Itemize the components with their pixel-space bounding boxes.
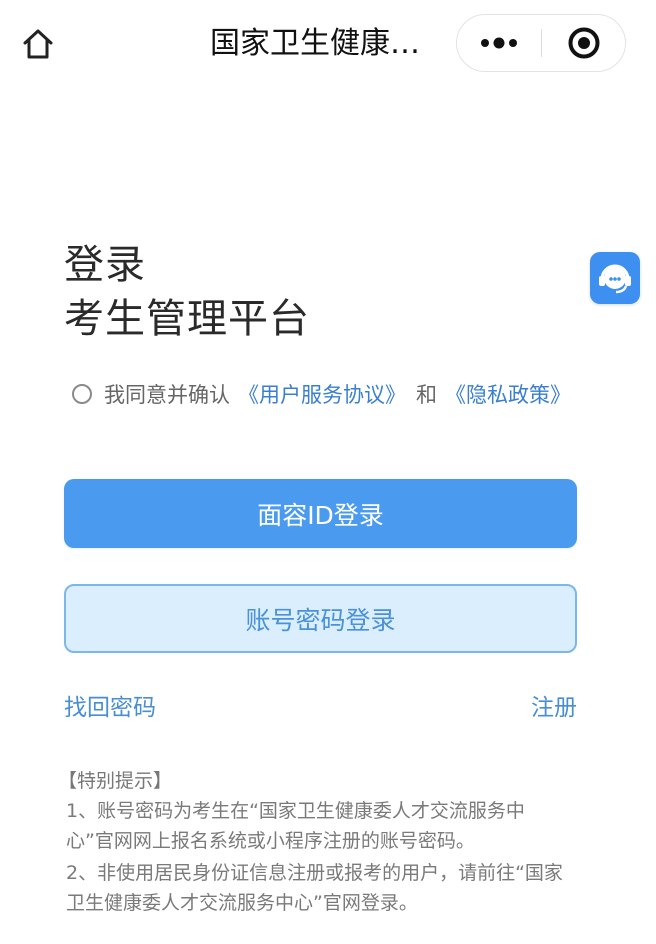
user-agreement-link[interactable]: 《用户服务协议》 [238, 379, 406, 409]
capsule-divider [541, 29, 542, 57]
more-dots-icon [481, 37, 517, 49]
capsule-menu [456, 14, 626, 72]
notice-item: 2、非使用居民身份证信息注册或报考的用户，请前往“国家卫生健康委人才交流服务中心… [66, 862, 563, 914]
more-button[interactable] [457, 15, 541, 71]
agreement-row: 我同意并确认 《用户服务协议》 和 《隐私政策》 [72, 378, 571, 410]
agree-prefix: 我同意并确认 [104, 383, 230, 407]
retrieve-password-link[interactable]: 找回密码 [64, 688, 156, 722]
platform-heading: 考生管理平台 [64, 296, 310, 342]
page-title: 国家卫生健康… [210, 26, 420, 61]
agree-radio[interactable] [72, 384, 92, 404]
notice-item: 1、账号密码为考生在“国家卫生健康委人才交流服务中心”官网网上报名系统或小程序注… [66, 800, 525, 852]
register-link[interactable]: 注册 [531, 688, 577, 722]
customer-service-icon [599, 264, 631, 294]
customer-service-button[interactable] [590, 252, 640, 304]
privacy-policy-link[interactable]: 《隐私政策》 [445, 379, 571, 409]
home-button[interactable] [16, 22, 60, 66]
face-id-login-button[interactable]: 面容ID登录 [64, 479, 577, 548]
home-icon [23, 29, 53, 59]
password-login-label: 账号密码登录 [245, 605, 396, 635]
nav-bar: 国家卫生健康… [0, 0, 656, 86]
target-close-icon [568, 27, 600, 59]
face-id-login-label: 面容ID登录 [257, 500, 384, 530]
agree-and: 和 [416, 383, 437, 407]
notice-title: 【特别提示】 [58, 770, 173, 792]
password-login-button[interactable]: 账号密码登录 [64, 584, 577, 653]
login-heading: 登录 [64, 242, 146, 288]
close-button[interactable] [543, 15, 625, 71]
